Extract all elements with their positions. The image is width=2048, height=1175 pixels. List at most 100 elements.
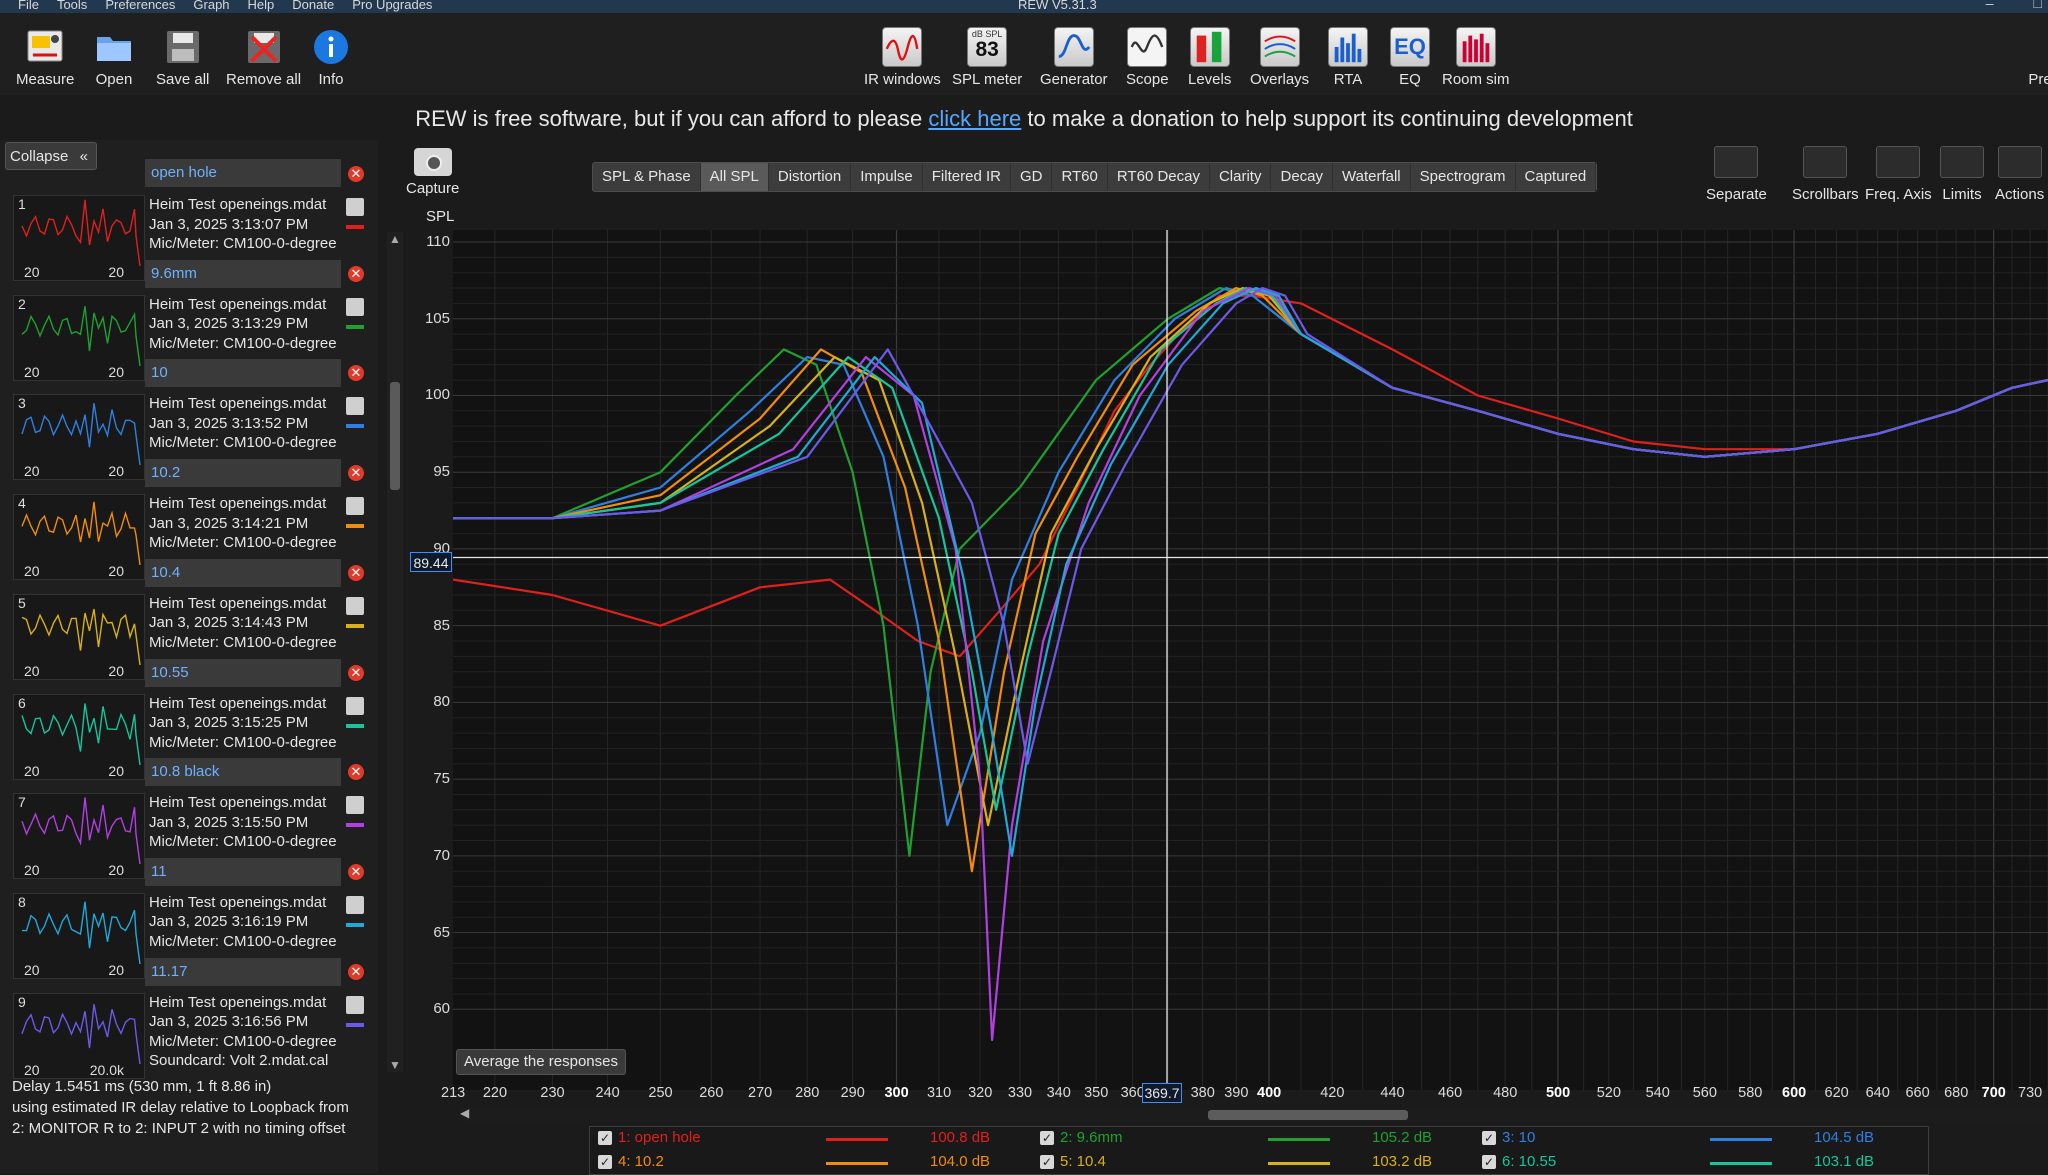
legend-checkbox[interactable]: ✓ [1482, 1155, 1496, 1169]
collapse-button[interactable]: Collapse « [5, 142, 97, 170]
menu-tools[interactable]: Tools [57, 0, 87, 11]
legend-checkbox[interactable]: ✓ [1040, 1155, 1054, 1169]
tab-impulse[interactable]: Impulse [851, 163, 923, 191]
horizontal-scrollbar[interactable]: ◀ [460, 1106, 2048, 1122]
legend-item[interactable]: ✓ 2: 9.6mm 105.2 dB [1032, 1127, 1474, 1151]
tab-decay[interactable]: Decay [1271, 163, 1334, 191]
legend-item[interactable]: ✓ 1: open hole 100.8 dB [590, 1127, 1032, 1151]
capture-button[interactable]: Capture [406, 148, 459, 197]
measurement-thumbnail[interactable]: 4 20 20 [13, 494, 145, 581]
menu-help[interactable]: Help [248, 0, 275, 11]
measurement-name-field[interactable]: 10.4 [145, 558, 341, 587]
measurement-name-field[interactable]: 11.17 [145, 957, 341, 986]
delete-measurement-icon[interactable]: ✕ [348, 265, 364, 282]
average-responses-button[interactable]: Average the responses [456, 1049, 626, 1075]
edit-notes-icon[interactable] [346, 995, 364, 1014]
edit-notes-icon[interactable] [346, 198, 364, 216]
legend-checkbox[interactable]: ✓ [1040, 1131, 1054, 1145]
measurement-thumbnail[interactable]: 6 20 20 [13, 693, 145, 780]
measurement-thumbnail[interactable]: 8 20 20 [13, 892, 145, 979]
measurement-list-scrollbar[interactable]: ▲ ▼ [387, 232, 403, 1072]
tab-spl-phase[interactable]: SPL & Phase [593, 163, 701, 191]
measurement-thumbnail[interactable]: 9 20 20.0k [13, 992, 145, 1079]
edit-notes-icon[interactable] [346, 696, 364, 715]
scroll-down-icon[interactable]: ▼ [389, 1058, 401, 1072]
delete-measurement-icon[interactable]: ✕ [348, 963, 364, 980]
open-button[interactable]: Open [94, 27, 134, 88]
separate-button[interactable]: Separate [1706, 146, 1767, 203]
edit-notes-icon[interactable] [346, 796, 364, 815]
menu-preferences[interactable]: Preferences [105, 0, 175, 11]
tab-captured[interactable]: Captured [1516, 163, 1597, 191]
levels-button[interactable]: Levels [1188, 27, 1231, 88]
tab-spectrogram[interactable]: Spectrogram [1411, 163, 1516, 191]
tab-filtered-ir[interactable]: Filtered IR [923, 163, 1011, 191]
measurement-thumbnail[interactable]: 3 20 20 [13, 394, 145, 481]
ir-windows-button[interactable]: IR windows [864, 27, 941, 88]
tab-all-spl[interactable]: All SPL [700, 163, 769, 191]
measure-button[interactable]: Measure [16, 27, 74, 88]
minimize-icon[interactable]: – [1986, 0, 1994, 10]
legend-item[interactable]: ✓ 6: 10.55 103.1 dB [1474, 1151, 1916, 1174]
measurement-thumbnail[interactable]: 5 20 20 [13, 593, 145, 680]
measurement-name-field[interactable]: open hole [145, 159, 341, 187]
tab-waterfall[interactable]: Waterfall [1333, 163, 1411, 191]
menu-file[interactable]: File [18, 0, 39, 11]
scrollbar-thumb[interactable] [390, 382, 400, 490]
overlays-button[interactable]: Overlays [1250, 27, 1309, 88]
maximize-icon[interactable]: □ [2034, 0, 2042, 10]
menu-pro-upgrades[interactable]: Pro Upgrades [352, 0, 432, 11]
info-button[interactable]: Info [311, 27, 351, 88]
trace-color-icon[interactable] [346, 324, 364, 329]
measurement-name-field[interactable]: 11 [145, 857, 341, 886]
measurement-name-field[interactable]: 10.55 [145, 658, 341, 687]
trace-color-icon[interactable] [346, 823, 364, 828]
measurement-thumbnail[interactable]: 1 20 20 [13, 195, 145, 281]
delete-measurement-icon[interactable]: ✕ [348, 465, 364, 482]
freq-axis-button[interactable]: Freq. Axis [1865, 146, 1932, 203]
preferences-button[interactable]: Pre [2020, 27, 2048, 88]
actions-button[interactable]: Actions [1995, 146, 2044, 203]
measurement-name-field[interactable]: 9.6mm [145, 259, 341, 288]
scrollbars-button[interactable]: Scrollbars [1792, 146, 1859, 203]
delete-measurement-icon[interactable]: ✕ [348, 664, 364, 681]
measurement-thumbnail[interactable]: 2 20 20 [13, 294, 145, 381]
scroll-up-icon[interactable]: ▲ [389, 232, 401, 246]
tab-distortion[interactable]: Distortion [769, 163, 852, 191]
room-sim-button[interactable]: Room sim [1442, 27, 1510, 88]
tab-rt60[interactable]: RT60 [1052, 163, 1108, 191]
delete-measurement-icon[interactable]: ✕ [348, 166, 364, 182]
legend-item[interactable]: ✓ 4: 10.2 104.0 dB [590, 1151, 1032, 1174]
measurement-item[interactable]: 11.17 ✕ 9 20 20.0k Heim Test openeings.mdat Ja… [8, 957, 378, 1090]
trace-color-icon[interactable] [346, 524, 364, 529]
legend-checkbox[interactable]: ✓ [1482, 1131, 1496, 1145]
edit-notes-icon[interactable] [346, 596, 364, 615]
edit-notes-icon[interactable] [346, 397, 364, 416]
legend-checkbox[interactable]: ✓ [598, 1155, 612, 1169]
trace-color-icon[interactable] [346, 424, 364, 429]
measurement-name-field[interactable]: 10 [145, 359, 341, 388]
trace-color-icon[interactable] [346, 1022, 364, 1027]
measurement-name-field[interactable]: 10.2 [145, 459, 341, 488]
tab-rt60-decay[interactable]: RT60 Decay [1108, 163, 1210, 191]
trace-color-icon[interactable] [346, 922, 364, 927]
spl-chart-svg[interactable] [452, 230, 2048, 1090]
spl-meter-button[interactable]: dB SPL 83 SPL meter [952, 27, 1022, 88]
trace-color-icon[interactable] [346, 723, 364, 728]
legend-checkbox[interactable]: ✓ [598, 1131, 612, 1145]
eq-button[interactable]: EQ EQ [1390, 27, 1430, 88]
generator-button[interactable]: Generator [1040, 27, 1108, 88]
tab-clarity[interactable]: Clarity [1210, 163, 1272, 191]
trace-color-icon[interactable] [346, 623, 364, 628]
menu-donate[interactable]: Donate [292, 0, 334, 11]
trace-color-icon[interactable] [346, 225, 364, 229]
edit-notes-icon[interactable] [346, 297, 364, 316]
legend-item[interactable]: ✓ 5: 10.4 103.2 dB [1032, 1151, 1474, 1174]
edit-notes-icon[interactable] [346, 497, 364, 516]
menu-graph[interactable]: Graph [193, 0, 229, 11]
donate-link[interactable]: click here [928, 106, 1021, 131]
measurement-thumbnail[interactable]: 7 20 20 [13, 793, 145, 880]
tab-gd[interactable]: GD [1011, 163, 1053, 191]
horizontal-scrollbar-thumb[interactable] [1208, 1110, 1408, 1120]
scope-button[interactable]: Scope [1126, 27, 1169, 88]
